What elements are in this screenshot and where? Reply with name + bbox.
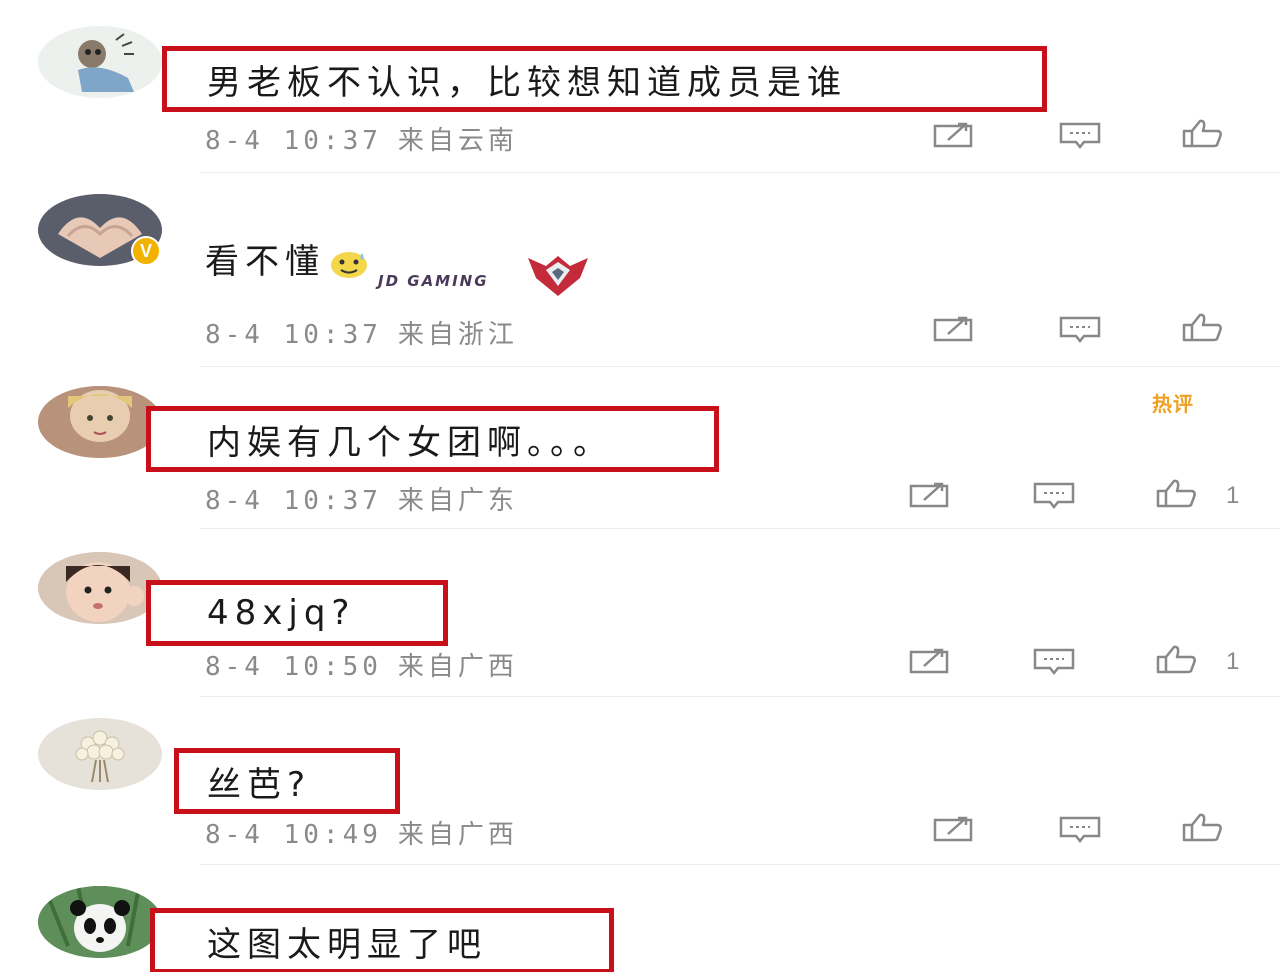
divider — [200, 366, 1280, 367]
comment-text-highlight: 男老板不认识，比较想知道成员是谁 — [162, 46, 1047, 112]
thumbs-up-icon — [1182, 119, 1222, 148]
comment-text: 看不懂 — [205, 234, 369, 283]
comment-icon — [1033, 648, 1075, 676]
share-button[interactable] — [908, 480, 952, 510]
comment-text: 这图太明显了吧 — [207, 924, 487, 965]
like-button[interactable] — [1154, 644, 1198, 674]
divider — [200, 172, 1280, 173]
comment-icon — [1059, 122, 1101, 150]
panda-avatar[interactable] — [38, 886, 162, 958]
comment-text-highlight: 内娱有几个女团啊。。。 — [146, 406, 719, 472]
like-button[interactable] — [1180, 312, 1224, 342]
comment-text: 男老板不认识，比较想知道成员是谁 — [207, 62, 847, 103]
comment-location: 来自广西 — [397, 820, 518, 850]
comment-button[interactable] — [1058, 120, 1102, 150]
comment-text: 内娱有几个女团啊。。。 — [207, 422, 613, 463]
divider — [200, 528, 1280, 529]
verified-badge: V — [131, 236, 161, 266]
flowers-avatar[interactable] — [38, 718, 162, 790]
like-button[interactable] — [1180, 812, 1224, 842]
doll-avatar[interactable] — [38, 386, 162, 458]
share-button[interactable] — [908, 646, 952, 676]
comment-meta: 8-4 10:50 来自广西 — [205, 646, 518, 683]
comment-time: 8-4 10:37 — [205, 320, 382, 350]
comment-text: 丝芭? — [207, 764, 312, 805]
comment-location: 来自广西 — [397, 652, 518, 682]
comment-icon — [1059, 816, 1101, 844]
comment-location: 来自广东 — [397, 486, 518, 516]
sweat-smile-emoji — [331, 251, 367, 278]
like-count: 1 — [1226, 648, 1240, 675]
share-button[interactable] — [932, 120, 976, 150]
comment-button[interactable] — [1058, 814, 1102, 844]
comment-meta: 8-4 10:37 来自广东 — [205, 480, 518, 517]
jdg-badge-text: JD GAMING — [378, 272, 489, 290]
share-icon — [933, 816, 973, 842]
comment-time: 8-4 10:37 — [205, 486, 382, 516]
comment-meta: 8-4 10:37 来自浙江 — [205, 314, 518, 351]
divider — [200, 696, 1280, 697]
share-icon — [933, 316, 973, 342]
jdg-logo-icon — [528, 256, 588, 296]
like-button[interactable] — [1180, 118, 1224, 148]
comment-time: 8-4 10:50 — [205, 652, 382, 682]
comment-location: 来自云南 — [397, 126, 518, 156]
comment-time: 8-4 10:49 — [205, 820, 382, 850]
thumbs-up-icon — [1156, 645, 1196, 674]
share-icon — [909, 482, 949, 508]
comment-button[interactable] — [1032, 480, 1076, 510]
share-button[interactable] — [932, 814, 976, 844]
comment-button[interactable] — [1032, 646, 1076, 676]
comment-text: 48xjq? — [207, 593, 356, 633]
comment-meta: 8-4 10:37 来自云南 — [205, 120, 518, 157]
share-icon — [933, 122, 973, 148]
child-photo-avatar[interactable] — [38, 552, 162, 624]
comment-icon — [1059, 316, 1101, 344]
comment-icon — [1033, 482, 1075, 510]
thumbs-up-icon — [1182, 813, 1222, 842]
comment-button[interactable] — [1058, 314, 1102, 344]
comment-text-highlight: 丝芭? — [174, 748, 400, 814]
comment-text-highlight: 这图太明显了吧 — [150, 908, 614, 972]
monkey-sticker-avatar[interactable] — [38, 26, 162, 98]
share-icon — [909, 648, 949, 674]
thumbs-up-icon — [1156, 479, 1196, 508]
comment-text-highlight: 48xjq? — [146, 580, 448, 646]
divider — [200, 864, 1280, 865]
like-count: 1 — [1226, 482, 1240, 509]
comment-time: 8-4 10:37 — [205, 126, 382, 156]
comment-meta: 8-4 10:49 来自广西 — [205, 814, 518, 851]
like-button[interactable] — [1154, 478, 1198, 508]
share-button[interactable] — [932, 314, 976, 344]
comment-location: 来自浙江 — [397, 320, 518, 350]
hot-comment-badge: 热评 — [1152, 392, 1194, 416]
thumbs-up-icon — [1182, 313, 1222, 342]
